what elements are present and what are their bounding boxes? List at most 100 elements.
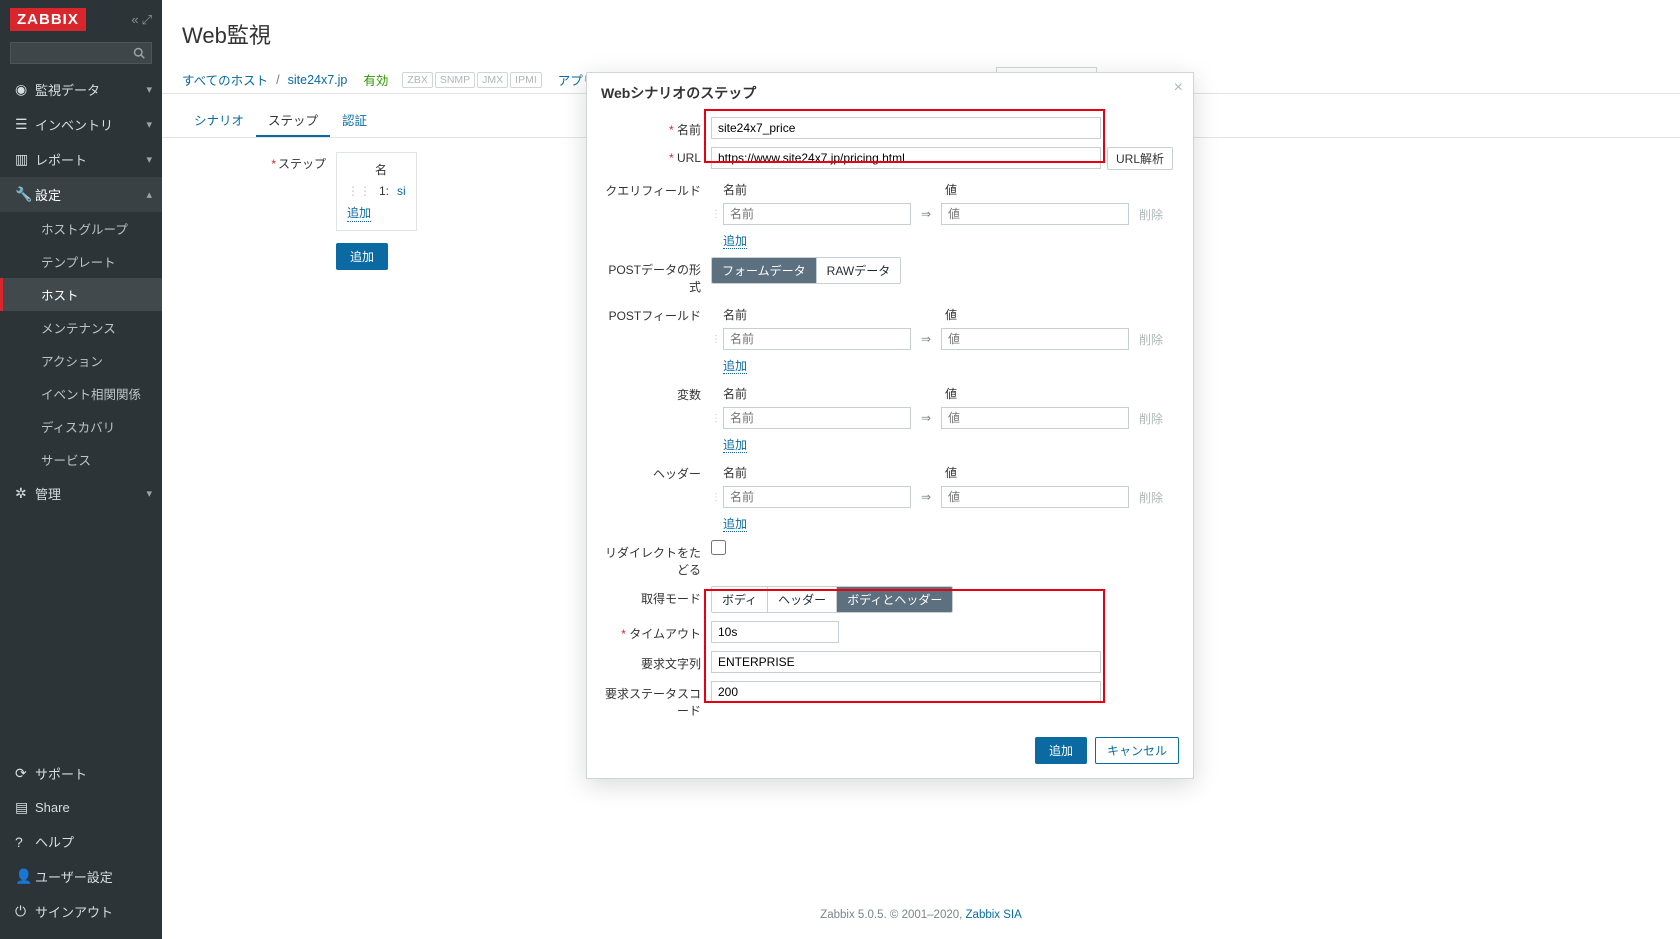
bc-host[interactable]: site24x7.jp: [288, 73, 348, 87]
var-value-input[interactable]: [941, 407, 1129, 429]
search-input[interactable]: [10, 42, 152, 64]
sidebar-footer-help[interactable]: ?ヘルプ: [0, 824, 162, 859]
wrench-icon: 🔧: [15, 186, 35, 203]
chevron-down-icon: ▾: [146, 487, 152, 500]
close-icon[interactable]: ×: [1174, 79, 1183, 97]
tab-scenario[interactable]: シナリオ: [182, 104, 256, 137]
sidebar-item-inventory[interactable]: ☰ インベントリ ▾: [0, 107, 162, 142]
add-query-link[interactable]: 追加: [723, 234, 747, 249]
post-row: ⋮⋮ ⇒ 削除: [711, 326, 1179, 352]
support-icon: ⟳: [15, 765, 35, 782]
sidebar-sub-services[interactable]: サービス: [0, 443, 162, 476]
query-value-input[interactable]: [941, 203, 1129, 225]
dialog-add-button[interactable]: 追加: [1035, 737, 1087, 764]
retrieve-both[interactable]: ボディとヘッダー: [837, 587, 952, 612]
retrieve-body[interactable]: ボディ: [712, 587, 768, 612]
drag-handle-icon[interactable]: ⋮⋮: [711, 492, 723, 503]
content: Web監視 すべてのホスト / site24x7.jp 有効 ZBX SNMP …: [162, 0, 1680, 939]
sidebar: ZABBIX « ⤢ ◉ 監視データ ▾ ☰ インベントリ ▾ ▥: [0, 0, 162, 939]
sidebar-sub-hosts[interactable]: ホスト: [0, 278, 162, 311]
post-name-input[interactable]: [723, 328, 911, 350]
drag-handle-icon[interactable]: ⋮⋮: [347, 184, 371, 198]
step-name-input[interactable]: [711, 117, 1101, 139]
add-var-link[interactable]: 追加: [723, 438, 747, 453]
arrow-right-icon: ⇒: [911, 332, 941, 346]
list-icon: ☰: [15, 116, 35, 133]
sidebar-footer-share[interactable]: ▤Share: [0, 791, 162, 824]
submit-button[interactable]: 追加: [336, 243, 388, 270]
share-icon: ▤: [15, 799, 35, 816]
arrow-right-icon: ⇒: [911, 411, 941, 425]
sidebar-sub-hostgroups[interactable]: ホストグループ: [0, 212, 162, 245]
query-name-input[interactable]: [723, 203, 911, 225]
retrieve-headers[interactable]: ヘッダー: [768, 587, 837, 612]
url-parse-button[interactable]: URL解析: [1107, 147, 1173, 170]
chevron-double-left-icon: «: [131, 12, 138, 28]
add-step-link[interactable]: 追加: [347, 204, 371, 222]
status-codes-input[interactable]: [711, 681, 1101, 703]
drag-handle-icon[interactable]: ⋮⋮: [711, 413, 723, 424]
footer: Zabbix 5.0.5. © 2001–2020, Zabbix SIA: [162, 909, 1680, 921]
post-type-form[interactable]: フォームデータ: [712, 258, 817, 283]
sidebar-footer-signout[interactable]: ⏻サインアウト: [0, 894, 162, 929]
chevron-down-icon: ▾: [146, 153, 152, 166]
delete-link[interactable]: 削除: [1139, 489, 1163, 506]
search-icon: [133, 47, 145, 59]
page-title: Web監視: [162, 0, 1680, 60]
tab-steps[interactable]: ステップ: [256, 104, 330, 137]
sidebar-sub-correlation[interactable]: イベント相関関係: [0, 377, 162, 410]
header-name-input[interactable]: [723, 486, 911, 508]
delete-link[interactable]: 削除: [1139, 331, 1163, 348]
dialog-title: Webシナリオのステップ: [601, 83, 1179, 103]
sidebar-item-reports[interactable]: ▥ レポート ▾: [0, 142, 162, 177]
arrow-right-icon: ⇒: [911, 207, 941, 221]
sidebar-item-monitoring[interactable]: ◉ 監視データ ▾: [0, 72, 162, 107]
add-header-link[interactable]: 追加: [723, 517, 747, 532]
step-row[interactable]: ⋮⋮ 1: si: [347, 181, 406, 201]
required-string-input[interactable]: [711, 651, 1101, 673]
expand-icon: ⤢: [142, 12, 152, 28]
sidebar-footer-user[interactable]: 👤ユーザー設定: [0, 859, 162, 894]
post-value-input[interactable]: [941, 328, 1129, 350]
status-enabled: 有効: [363, 70, 388, 89]
sidebar-sub-discovery[interactable]: ディスカバリ: [0, 410, 162, 443]
arrow-right-icon: ⇒: [911, 490, 941, 504]
gear-icon: ✲: [15, 485, 35, 502]
post-type-raw[interactable]: RAWデータ: [817, 258, 901, 283]
dialog-step: × Webシナリオのステップ * 名前 * URL URL解析 クエリフィールド…: [586, 72, 1194, 779]
retrieve-mode-toggle: ボディ ヘッダー ボディとヘッダー: [711, 586, 953, 613]
sidebar-footer-support[interactable]: ⟳サポート: [0, 756, 162, 791]
footer-link[interactable]: Zabbix SIA: [966, 909, 1022, 921]
sidebar-sub-maintenance[interactable]: メンテナンス: [0, 311, 162, 344]
chevron-down-icon: ▾: [146, 118, 152, 131]
sidebar-item-administration[interactable]: ✲ 管理 ▾: [0, 476, 162, 511]
add-post-link[interactable]: 追加: [723, 359, 747, 374]
header-value-input[interactable]: [941, 486, 1129, 508]
tab-auth[interactable]: 認証: [330, 104, 379, 137]
delete-link[interactable]: 削除: [1139, 410, 1163, 427]
step-url-input[interactable]: [711, 147, 1101, 169]
prot-ipmi: IPMI: [510, 72, 542, 88]
prot-jmx: JMX: [477, 72, 508, 88]
sidebar-sub-actions[interactable]: アクション: [0, 344, 162, 377]
timeout-input[interactable]: [711, 621, 839, 643]
header-row: ⋮⋮ ⇒ 削除: [711, 484, 1179, 510]
drag-handle-icon[interactable]: ⋮⋮: [711, 209, 723, 220]
post-type-toggle: フォームデータ RAWデータ: [711, 257, 901, 284]
sidebar-collapse[interactable]: « ⤢: [131, 12, 152, 28]
logo: ZABBIX: [10, 8, 86, 31]
var-name-input[interactable]: [723, 407, 911, 429]
sidebar-sub-templates[interactable]: テンプレート: [0, 245, 162, 278]
sidebar-item-configuration[interactable]: 🔧 設定 ▴: [0, 177, 162, 212]
var-row: ⋮⋮ ⇒ 削除: [711, 405, 1179, 431]
query-row: ⋮⋮ ⇒ 削除: [711, 201, 1179, 227]
bar-icon: ▥: [15, 151, 35, 168]
delete-link[interactable]: 削除: [1139, 206, 1163, 223]
dialog-cancel-button[interactable]: キャンセル: [1095, 737, 1179, 764]
redirect-checkbox[interactable]: [711, 540, 726, 555]
prot-zbx: ZBX: [402, 72, 432, 88]
prot-snmp: SNMP: [435, 72, 475, 88]
chevron-up-icon: ▴: [146, 188, 152, 201]
bc-all-hosts[interactable]: すべてのホスト: [182, 70, 268, 89]
drag-handle-icon[interactable]: ⋮⋮: [711, 334, 723, 345]
